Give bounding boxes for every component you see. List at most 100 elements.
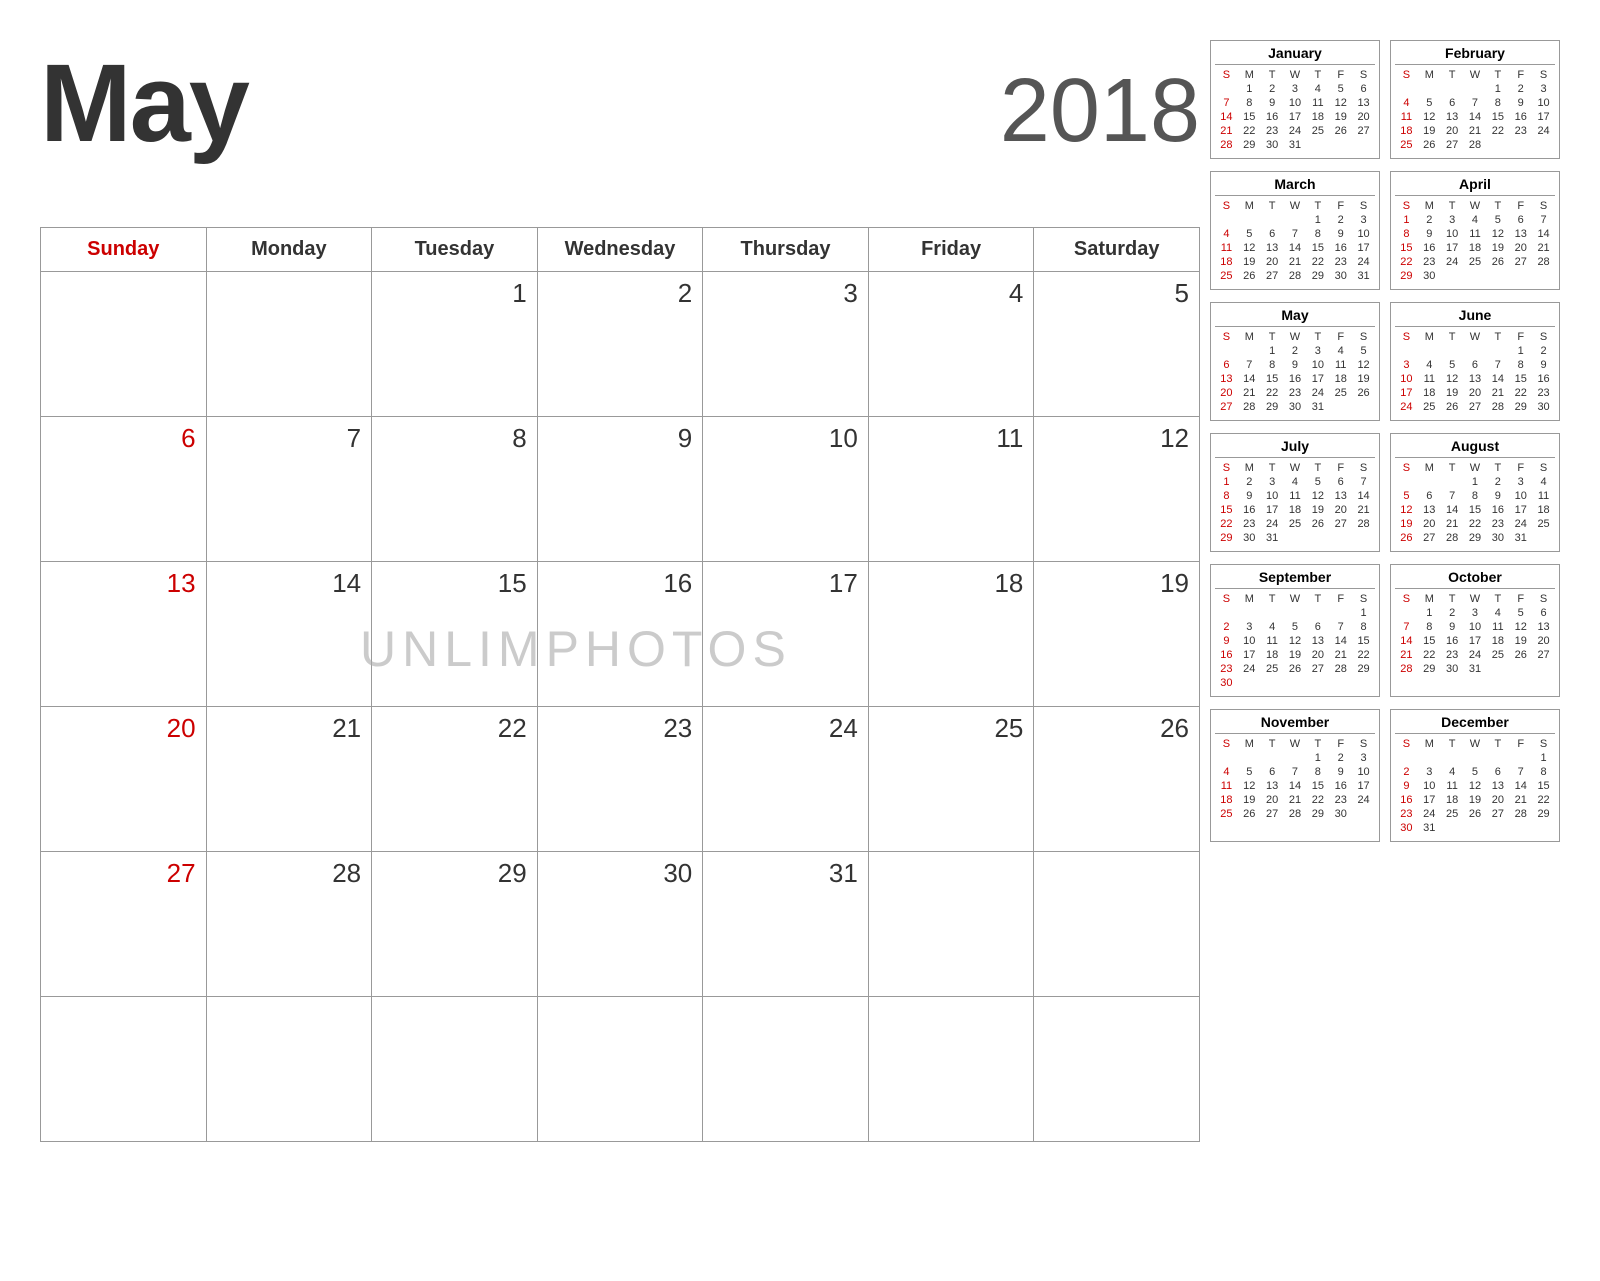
- mini-day: 28: [1509, 807, 1532, 821]
- mini-weekday-header: S: [1215, 737, 1238, 751]
- mini-day: 14: [1441, 503, 1464, 517]
- mini-day: 1: [1509, 344, 1532, 358]
- mini-day: 10: [1532, 96, 1555, 110]
- mini-month-grid: SMTWTFS123456789101112131415161718192021…: [1215, 737, 1375, 821]
- mini-day: 31: [1261, 531, 1284, 545]
- mini-day: 28: [1464, 138, 1487, 152]
- mini-day: 20: [1441, 124, 1464, 138]
- mini-day: 16: [1329, 241, 1352, 255]
- mini-day: 6: [1329, 475, 1352, 489]
- weekday-header: Wednesday: [537, 228, 703, 272]
- mini-day: 26: [1441, 400, 1464, 414]
- mini-day-empty: [1395, 475, 1418, 489]
- mini-month-grid: SMTWTFS123456789101112131415161718192021…: [1395, 68, 1555, 152]
- mini-day: 26: [1284, 662, 1307, 676]
- mini-weekday-header: W: [1284, 461, 1307, 475]
- mini-day: 30: [1329, 807, 1352, 821]
- mini-weekday-header: F: [1509, 461, 1532, 475]
- mini-day: 29: [1509, 400, 1532, 414]
- mini-day: 12: [1329, 96, 1352, 110]
- mini-day: 7: [1329, 620, 1352, 634]
- mini-month-title: November: [1215, 714, 1375, 734]
- mini-day: 1: [1486, 82, 1509, 96]
- mini-day: 10: [1306, 358, 1329, 372]
- day-cell: [1034, 997, 1200, 1142]
- mini-month-title: February: [1395, 45, 1555, 65]
- mini-day: 4: [1215, 227, 1238, 241]
- mini-day: 17: [1441, 241, 1464, 255]
- mini-day: 16: [1215, 648, 1238, 662]
- mini-day: 2: [1441, 606, 1464, 620]
- mini-day: 19: [1441, 386, 1464, 400]
- mini-day: 24: [1306, 386, 1329, 400]
- mini-weekday-header: M: [1238, 330, 1261, 344]
- mini-day: 19: [1418, 124, 1441, 138]
- mini-day: 22: [1486, 124, 1509, 138]
- mini-day: 17: [1261, 503, 1284, 517]
- mini-day: 18: [1329, 372, 1352, 386]
- mini-weekday-header: M: [1238, 199, 1261, 213]
- mini-day: 18: [1284, 503, 1307, 517]
- mini-day: 25: [1464, 255, 1487, 269]
- mini-day: 20: [1261, 793, 1284, 807]
- mini-day: 23: [1486, 517, 1509, 531]
- mini-day: 25: [1329, 386, 1352, 400]
- mini-day: 23: [1238, 517, 1261, 531]
- mini-weekday-header: T: [1261, 592, 1284, 606]
- mini-day: 31: [1306, 400, 1329, 414]
- mini-day: 5: [1306, 475, 1329, 489]
- mini-day: 7: [1441, 489, 1464, 503]
- mini-day: 5: [1238, 227, 1261, 241]
- mini-weekday-header: T: [1486, 592, 1509, 606]
- mini-day: 29: [1238, 138, 1261, 152]
- mini-day: 20: [1486, 793, 1509, 807]
- day-cell: [372, 997, 538, 1142]
- mini-month-title: May: [1215, 307, 1375, 327]
- mini-weekday-header: T: [1306, 592, 1329, 606]
- mini-day: 21: [1352, 503, 1375, 517]
- mini-day: 16: [1329, 779, 1352, 793]
- mini-day: 5: [1509, 606, 1532, 620]
- mini-day: 9: [1441, 620, 1464, 634]
- mini-day: 23: [1284, 386, 1307, 400]
- mini-day-empty: [1441, 751, 1464, 765]
- mini-day: 6: [1418, 489, 1441, 503]
- main-calendar-grid: SundayMondayTuesdayWednesdayThursdayFrid…: [40, 227, 1200, 1142]
- mini-month-title: March: [1215, 176, 1375, 196]
- mini-day: 28: [1329, 662, 1352, 676]
- mini-day: 29: [1306, 269, 1329, 283]
- mini-weekday-header: T: [1441, 461, 1464, 475]
- mini-day: 4: [1261, 620, 1284, 634]
- mini-day: 5: [1284, 620, 1307, 634]
- mini-day: 25: [1418, 400, 1441, 414]
- mini-day: 8: [1352, 620, 1375, 634]
- mini-day: 8: [1509, 358, 1532, 372]
- mini-day: 1: [1306, 213, 1329, 227]
- mini-day: 23: [1261, 124, 1284, 138]
- day-cell: 4: [868, 272, 1034, 417]
- mini-day: 10: [1509, 489, 1532, 503]
- mini-weekday-header: T: [1261, 461, 1284, 475]
- year-overview-sidebar: JanuarySMTWTFS12345678910111213141516171…: [1210, 40, 1560, 842]
- mini-day: 1: [1352, 606, 1375, 620]
- mini-weekday-header: T: [1306, 68, 1329, 82]
- mini-day: 17: [1532, 110, 1555, 124]
- mini-day: 18: [1486, 634, 1509, 648]
- mini-day: 27: [1509, 255, 1532, 269]
- mini-day: 17: [1395, 386, 1418, 400]
- mini-day: 23: [1532, 386, 1555, 400]
- mini-day: 26: [1395, 531, 1418, 545]
- mini-day: 28: [1486, 400, 1509, 414]
- mini-day: 2: [1261, 82, 1284, 96]
- mini-day: 24: [1261, 517, 1284, 531]
- mini-day: 28: [1284, 269, 1307, 283]
- mini-month: FebruarySMTWTFS1234567891011121314151617…: [1390, 40, 1560, 159]
- mini-day: 13: [1261, 241, 1284, 255]
- mini-day: 15: [1306, 779, 1329, 793]
- mini-day: 11: [1215, 241, 1238, 255]
- mini-day: 18: [1215, 255, 1238, 269]
- mini-day: 18: [1418, 386, 1441, 400]
- mini-weekday-header: T: [1306, 199, 1329, 213]
- mini-day: 5: [1464, 765, 1487, 779]
- mini-day-empty: [1215, 606, 1238, 620]
